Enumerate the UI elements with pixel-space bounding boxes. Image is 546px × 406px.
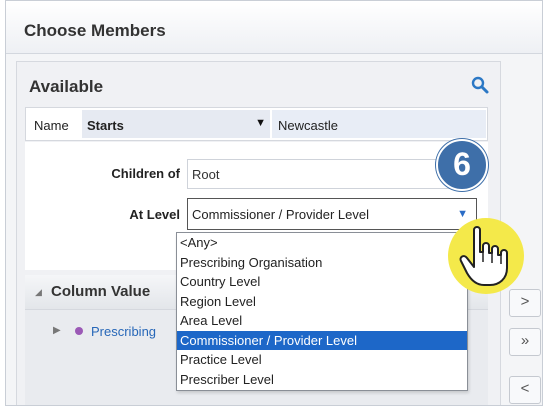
collapse-triangle-icon[interactable]: ◢	[35, 287, 42, 298]
name-search-value: Newcastle	[278, 118, 338, 133]
name-operator-select[interactable]: Starts ▼	[82, 110, 270, 138]
at-level-select[interactable]: Commissioner / Provider Level ▼	[187, 198, 477, 230]
dialog-header: Choose Members	[6, 1, 542, 54]
name-search-input[interactable]: Newcastle	[272, 110, 486, 138]
dropdown-option[interactable]: Region Level	[177, 292, 467, 312]
dropdown-option[interactable]: Prescriber Level	[177, 370, 467, 390]
at-level-value: Commissioner / Provider Level	[192, 207, 370, 222]
children-of-label: Children of	[111, 166, 180, 181]
remove-selected-button[interactable]: <	[509, 376, 541, 404]
dropdown-option[interactable]: Prescribing Organisation	[177, 253, 467, 273]
children-of-value: Root	[192, 167, 220, 182]
step-number-badge: 6	[436, 139, 488, 191]
hand-pointer-icon	[459, 226, 508, 286]
at-level-dropdown-list: <Any> Prescribing Organisation Country L…	[176, 232, 468, 391]
dialog-title: Choose Members	[24, 21, 166, 40]
dropdown-option[interactable]: Practice Level	[177, 350, 467, 370]
dropdown-option[interactable]: Area Level	[177, 311, 467, 331]
search-icon[interactable]	[470, 75, 490, 95]
tree-item-label[interactable]: Prescribing	[91, 324, 156, 339]
expand-triangle-icon[interactable]: ▶	[53, 325, 61, 336]
dropdown-option[interactable]: <Any>	[177, 233, 467, 253]
name-filter-row: Name Starts ▼ Newcastle	[25, 107, 488, 141]
move-all-button[interactable]: »	[509, 328, 541, 356]
column-values-title: Column Value	[51, 283, 151, 300]
chevron-down-icon: ▼	[457, 208, 468, 220]
name-operator-value: Starts	[87, 118, 124, 133]
children-of-input[interactable]: Root	[187, 159, 473, 189]
at-level-label: At Level	[129, 207, 180, 222]
dropdown-option[interactable]: Country Level	[177, 272, 467, 292]
move-selected-button[interactable]: >	[509, 289, 541, 317]
name-label: Name	[34, 118, 69, 133]
dropdown-option-selected[interactable]: Commissioner / Provider Level	[177, 330, 467, 350]
available-title: Available	[29, 77, 104, 96]
hierarchy-dot-icon	[75, 327, 83, 335]
chevron-down-icon: ▼	[255, 117, 266, 129]
